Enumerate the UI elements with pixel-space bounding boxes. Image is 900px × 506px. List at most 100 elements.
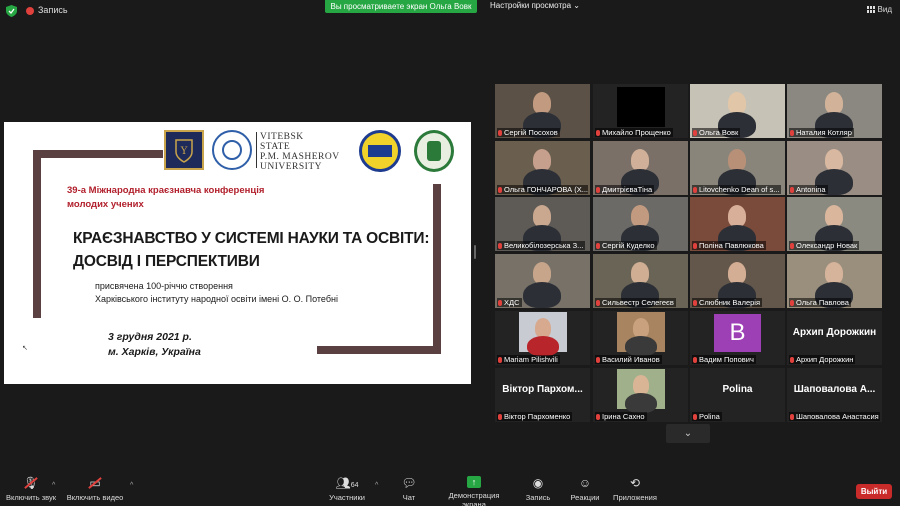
participant-tile[interactable]: B Вадим Попович: [690, 311, 785, 365]
muted-mic-icon: [790, 242, 794, 249]
participant-avatar: B: [714, 314, 761, 352]
participant-name: Ольга ГОНЧАРОВА (Х...: [504, 185, 588, 194]
participant-tile[interactable]: ДмитрієваТіна: [593, 141, 688, 195]
muted-mic-icon: [596, 242, 600, 249]
participant-name-label: ХДС: [497, 298, 522, 307]
participant-tile[interactable]: ХДС: [495, 254, 590, 308]
participant-name-label: Слюбник Валерія: [692, 298, 763, 307]
reactions-smiley-icon: ☺︎: [578, 476, 592, 490]
view-button[interactable]: Вид: [866, 5, 892, 14]
participants-caret-icon[interactable]: ^: [375, 482, 378, 489]
leave-meeting-button[interactable]: Выйти: [856, 484, 892, 499]
security-shield-icon[interactable]: [6, 5, 17, 17]
more-participants-button[interactable]: ⌄: [666, 424, 710, 443]
recording-dot-icon: [26, 7, 34, 15]
participant-tile[interactable]: Litovchenko Dean of s...: [690, 141, 785, 195]
view-options-menu[interactable]: Настройки просмотра ⌄: [490, 1, 580, 10]
participant-tile[interactable]: Великобілозерська З...: [495, 197, 590, 251]
participant-tile[interactable]: Архип Дорожкин Архип Дорожкин: [787, 311, 882, 365]
chat-label: Чат: [402, 493, 416, 502]
participants-count: 64: [350, 482, 359, 489]
muted-mic-icon: [498, 129, 502, 136]
apps-button[interactable]: ⟲ Приложения: [612, 476, 658, 502]
participant-name: Litovchenko Dean of s...: [699, 185, 780, 194]
participant-video: [617, 87, 665, 127]
participant-name-label: Шаповалова Анастасия: [789, 412, 880, 421]
conference-line: молодих учених: [67, 199, 144, 210]
participants-icon: 👥︎64: [335, 476, 359, 490]
participant-video-thumbnail: [617, 312, 665, 356]
participant-tile[interactable]: Ольга ГОНЧАРОВА (Х...: [495, 141, 590, 195]
participant-tile[interactable]: Polina Polina: [690, 368, 785, 422]
participant-name-label: Litovchenko Dean of s...: [692, 185, 782, 194]
vitebsk-university-logo-text: VITEBSK STATE P.M. MASHEROV UNIVERSITY: [260, 132, 340, 172]
participant-tile[interactable]: Михайло Прощенко: [593, 84, 688, 138]
muted-mic-icon: [498, 413, 502, 420]
participant-name: Ольга Вовк: [699, 128, 739, 137]
green-seal-logo: [414, 130, 454, 172]
participant-tile[interactable]: Сильвестр Селегеєв: [593, 254, 688, 308]
logo-line: STATE: [260, 142, 291, 152]
video-options-caret-icon[interactable]: ^: [130, 482, 133, 489]
unmute-button[interactable]: 🎙︎ Включить звук: [5, 476, 57, 502]
participant-tile[interactable]: Ольга Павлова: [787, 254, 882, 308]
participant-name: Наталия Котляр: [796, 128, 852, 137]
share-screen-icon: ↑: [467, 476, 481, 488]
participant-tile[interactable]: Олександр Новак: [787, 197, 882, 251]
meeting-toolbar: 🎙︎ Включить звук ^ ▭ Включить видео ^ 👥︎…: [0, 474, 900, 506]
logo-line: VITEBSK: [260, 132, 304, 142]
muted-mic-icon: [790, 299, 794, 306]
participant-tile[interactable]: Antonina: [787, 141, 882, 195]
reactions-label: Реакции: [570, 493, 600, 502]
participant-tile[interactable]: Ірина Сахно: [593, 368, 688, 422]
logo-divider: [256, 132, 257, 168]
participants-button[interactable]: 👥︎64 Участники: [326, 476, 368, 502]
participant-name-label: Олександр Новак: [789, 241, 860, 250]
participant-name: ХДС: [504, 298, 520, 307]
decor-bracket-left-top: [33, 150, 163, 158]
participant-name-label: Ольга Павлова: [789, 298, 851, 307]
participant-tile[interactable]: Шаповалова А... Шаповалова Анастасия: [787, 368, 882, 422]
participant-name-label: Архип Дорожкин: [789, 355, 856, 364]
reactions-button[interactable]: ☺︎ Реакции: [568, 476, 602, 502]
participant-tile[interactable]: Віктор Пархом... Віктор Пархоменко: [495, 368, 590, 422]
participant-display-name: Архип Дорожкин: [792, 327, 877, 338]
muted-mic-icon: [596, 129, 600, 136]
split-view-drag-handle[interactable]: [474, 245, 476, 259]
muted-mic-icon: [596, 186, 600, 193]
muted-mic-icon: [693, 356, 697, 363]
participant-tile[interactable]: Поліна Павлюкова: [690, 197, 785, 251]
muted-mic-icon: [498, 186, 502, 193]
slide-date-location: 3 грудня 2021 р. м. Харків, Україна: [108, 330, 201, 360]
participant-tile[interactable]: Слюбник Валерія: [690, 254, 785, 308]
logo-line: UNIVERSITY: [260, 162, 322, 172]
view-options-label: Настройки просмотра: [490, 1, 572, 10]
subtitle-line: присвячена 100-річчю створення: [95, 281, 233, 291]
audio-options-caret-icon[interactable]: ^: [52, 482, 55, 489]
participant-name: Віктор Пархоменко: [504, 412, 571, 421]
participant-tile[interactable]: Василий Иванов: [593, 311, 688, 365]
main-title-line1: КРАЄЗНАВСТВО У СИСТЕМІ НАУКИ ТА ОСВІТИ:: [73, 230, 430, 247]
participant-name-label: Antonina: [789, 185, 828, 194]
participant-tile[interactable]: Сергій Куделко: [593, 197, 688, 251]
chat-icon: 💬︎: [401, 476, 417, 490]
participant-name-label: Ольга ГОНЧАРОВА (Х...: [497, 185, 588, 194]
share-screen-button[interactable]: ↑ Демонстрация экрана: [436, 476, 512, 506]
shared-screen-slide: Y VITEBSK STATE P.M. MASHEROV UNIVERSITY…: [4, 122, 471, 384]
participant-name: Сергій Куделко: [602, 241, 655, 250]
muted-mic-icon: [693, 242, 697, 249]
start-video-button[interactable]: ▭ Включить видео: [65, 476, 125, 502]
participant-name-label: Polina: [692, 412, 722, 421]
participant-tile[interactable]: Ольга Вовк: [690, 84, 785, 138]
participant-name: Великобілозерська З...: [504, 241, 584, 250]
participant-name-label: Сильвестр Селегеєв: [595, 298, 676, 307]
chat-button[interactable]: 💬︎ Чат: [395, 476, 423, 502]
participant-tile[interactable]: Сергій Посохов: [495, 84, 590, 138]
participant-name: ДмитрієваТіна: [602, 185, 653, 194]
record-button[interactable]: ◉ Запись: [523, 476, 553, 502]
participant-name-label: Mariam Pilishvili: [497, 355, 560, 364]
participant-name: Вадим Попович: [699, 355, 754, 364]
participant-tile[interactable]: Наталия Котляр: [787, 84, 882, 138]
participant-name: Ольга Павлова: [796, 298, 849, 307]
participant-tile[interactable]: Mariam Pilishvili: [495, 311, 590, 365]
